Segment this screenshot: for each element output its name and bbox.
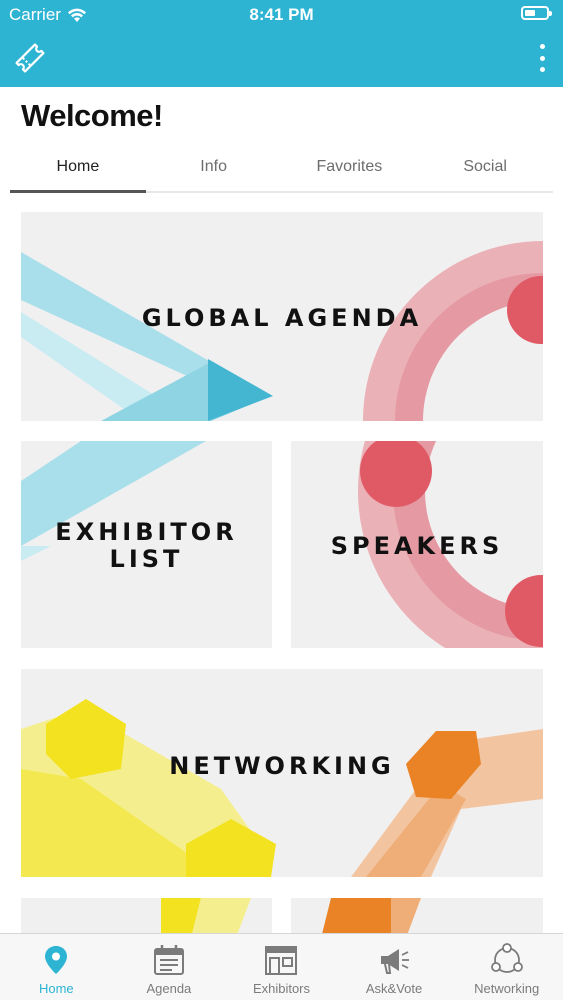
networking-tile[interactable]: NETWORKING xyxy=(21,669,543,877)
nav-askvote-label: Ask&Vote xyxy=(365,981,423,996)
nav-networking[interactable]: Networking xyxy=(450,934,563,1000)
nav-home-label: Home xyxy=(38,981,74,996)
global-agenda-tile[interactable]: GLOBAL AGENDA xyxy=(21,212,543,421)
exhibitor-label-line1: EXHIBITOR xyxy=(55,518,238,546)
page-title: Welcome! xyxy=(21,98,163,133)
ticket-icon[interactable] xyxy=(12,40,48,76)
tab-favorites[interactable]: Favorites xyxy=(282,150,418,191)
app-bar xyxy=(0,30,563,87)
tile-partial-left[interactable] xyxy=(21,898,272,933)
megaphone-icon xyxy=(381,949,410,974)
tab-bar: Home Info Favorites Social xyxy=(10,150,553,193)
exhibitor-list-tile[interactable]: EXHIBITOR LIST xyxy=(21,441,272,648)
nav-agenda-label: Agenda xyxy=(146,981,192,996)
networking-label: NETWORKING xyxy=(169,752,395,780)
storefront-icon xyxy=(265,946,298,975)
calendar-icon xyxy=(153,945,184,975)
status-bar: Carrier 8:41 PM xyxy=(0,0,563,30)
exhibitor-list-label: EXHIBITOR LIST xyxy=(21,519,272,573)
tab-social[interactable]: Social xyxy=(417,150,553,191)
nav-exhibitors[interactable]: Exhibitors xyxy=(225,934,338,1000)
map-pin-icon xyxy=(45,946,68,974)
nav-askvote[interactable]: Ask&Vote xyxy=(338,934,451,1000)
home-tile-grid: GLOBAL AGENDA EXHIBITOR LIST SPEAKERS NE… xyxy=(0,193,563,933)
tab-info[interactable]: Info xyxy=(146,150,282,191)
global-agenda-label: GLOBAL AGENDA xyxy=(141,304,423,332)
partial-left-artwork xyxy=(161,898,251,933)
speakers-tile[interactable]: SPEAKERS xyxy=(291,441,543,648)
tab-home[interactable]: Home xyxy=(10,150,146,193)
nav-agenda[interactable]: Agenda xyxy=(113,934,226,1000)
exhibitor-label-line2: LIST xyxy=(109,545,184,573)
status-time: 8:41 PM xyxy=(249,5,314,24)
more-vertical-icon[interactable] xyxy=(539,44,545,72)
tile-partial-right[interactable] xyxy=(291,898,543,933)
bottom-nav: Home Agenda Exhibitors Ask&Vote Networki… xyxy=(0,933,563,1000)
nav-exhibitors-label: Exhibitors xyxy=(252,981,311,996)
nav-networking-label: Networking xyxy=(474,981,540,996)
speakers-label: SPEAKERS xyxy=(330,532,504,560)
nav-home[interactable]: Home xyxy=(0,934,113,1000)
battery-icon xyxy=(521,6,552,20)
partial-right-artwork xyxy=(322,898,421,933)
network-icon xyxy=(490,943,523,973)
